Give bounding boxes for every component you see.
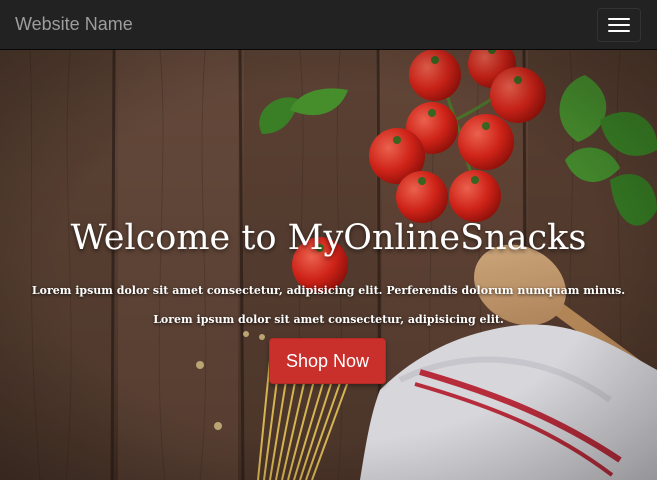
navbar-toggle-button[interactable] [597, 7, 641, 42]
hero-description-line-2: Lorem ipsum dolor sit amet consectetur, … [153, 313, 504, 326]
hero-section: Welcome to MyOnlineSnacks Lorem ipsum do… [0, 50, 657, 480]
hero-title: Welcome to MyOnlineSnacks [70, 218, 587, 258]
top-navbar: Website Name [0, 0, 657, 50]
hamburger-menu-icon [608, 23, 630, 26]
brand-link[interactable]: Website Name [15, 14, 133, 35]
shop-now-button[interactable]: Shop Now [269, 338, 386, 384]
hamburger-menu-icon [608, 29, 630, 32]
hero-description-line-1: Lorem ipsum dolor sit amet consectetur, … [31, 284, 626, 297]
hero-content: Welcome to MyOnlineSnacks Lorem ipsum do… [0, 50, 657, 480]
hamburger-menu-icon [608, 17, 630, 20]
